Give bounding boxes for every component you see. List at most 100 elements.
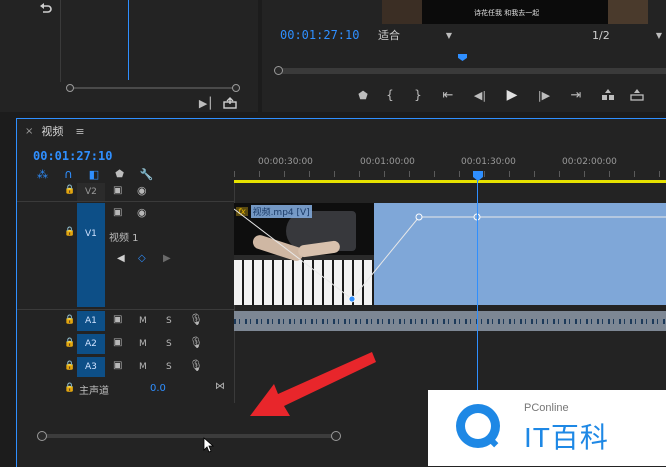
program-video-frame: 诗花任我 和我去一起 <box>382 0 648 24</box>
master-track-label: 主声道 <box>79 386 109 397</box>
ruler-ticks <box>234 171 666 177</box>
out-point-button[interactable]: } <box>404 88 432 102</box>
insert-icon[interactable]: ▶⎮ <box>198 96 214 110</box>
solo-button[interactable]: S <box>166 339 172 349</box>
eye-icon[interactable]: ◉ <box>137 184 147 197</box>
keyframe-line[interactable] <box>234 203 666 305</box>
timeline-playhead-line <box>477 179 478 401</box>
zoom-handle-right[interactable] <box>232 84 240 92</box>
snap-icon[interactable]: ∩ <box>64 167 73 181</box>
magnifier-logo-icon <box>456 404 500 448</box>
lock-icon[interactable]: 🔒 <box>64 361 75 371</box>
microphone-icon[interactable]: 🎙 <box>189 359 203 372</box>
transport-controls: ⬟ { } ⇤ ◀| ▶ |▶ ⇥ <box>350 86 666 104</box>
ruler-label: 00:02:00:00 <box>562 157 617 167</box>
close-icon[interactable]: × <box>25 126 33 137</box>
watermark-brand: PConline <box>524 402 569 414</box>
timeline-tab[interactable]: × 视频 ≡ <box>25 123 85 139</box>
track-label-a3: A3 <box>85 362 97 372</box>
undo-icon[interactable] <box>38 1 54 15</box>
prev-keyframe-icon[interactable]: ◀ <box>117 253 125 264</box>
solo-button[interactable]: S <box>166 316 172 326</box>
zoom-handle-left[interactable] <box>37 431 47 441</box>
in-point-button[interactable]: { <box>376 88 404 102</box>
go-to-in-button[interactable]: ⇤ <box>432 88 464 103</box>
ruler-label: 00:01:30:00 <box>461 157 516 167</box>
lock-icon[interactable]: 🔒 <box>64 227 75 237</box>
add-keyframe-icon[interactable]: ◇ <box>138 253 146 264</box>
next-keyframe-icon[interactable]: ▶ <box>163 253 171 264</box>
zoom-handle-right[interactable] <box>331 431 341 441</box>
track-header-v1: ▣ ◉ 🔒 V1 视频 1 ◀ ◇ ▶ <box>17 203 234 309</box>
marker-button[interactable]: ⬟ <box>350 89 376 102</box>
lift-button[interactable] <box>592 89 624 101</box>
toggle-sync-icon[interactable]: ▣ <box>113 337 122 348</box>
work-area-bar[interactable] <box>234 180 666 183</box>
program-scrub-bar[interactable] <box>274 52 666 78</box>
track-header-a1: 🔒 A1 ▣ M S 🎙 <box>17 311 234 331</box>
track-header-a2: 🔒 A2 ▣ M S 🎙 <box>17 334 234 354</box>
mouse-cursor <box>203 437 215 453</box>
go-to-out-button[interactable]: ⇥ <box>560 88 592 103</box>
go-to-edit-icon[interactable]: ⋈ <box>215 381 225 392</box>
mute-button[interactable]: M <box>139 339 147 349</box>
toggle-sync-icon[interactable]: ▣ <box>113 314 122 325</box>
ruler-label: 00:00:30:00 <box>258 157 313 167</box>
timeline-timecode[interactable]: 00:01:27:10 <box>33 149 112 163</box>
mute-button[interactable]: M <box>139 316 147 326</box>
wrench-icon[interactable]: 🔧 <box>140 168 154 181</box>
nest-sequence-icon[interactable]: ⁂ <box>37 168 48 181</box>
panel-menu-icon[interactable]: ≡ <box>75 125 84 138</box>
solo-button[interactable]: S <box>166 362 172 372</box>
play-button[interactable]: ▶ <box>496 87 528 103</box>
mute-button[interactable]: M <box>139 362 147 372</box>
track-header-v2: 🔒 V2 ▣ ◉ <box>17 183 234 201</box>
time-ruler[interactable]: 00:00:30:00 00:01:00:00 00:01:30:00 00:0… <box>234 151 666 185</box>
toggle-sync-icon[interactable]: ▣ <box>113 207 122 218</box>
timeline-zoom-scrollbar[interactable] <box>37 431 343 441</box>
red-arrow-annotation <box>250 352 376 416</box>
lock-icon[interactable]: 🔒 <box>64 338 75 348</box>
export-frame-icon[interactable] <box>222 96 238 110</box>
resolution-value: 1/2 <box>592 28 610 42</box>
ruler-label: 00:01:00:00 <box>360 157 415 167</box>
fit-dropdown-value: 适合 <box>378 29 400 42</box>
keyframe-point <box>348 295 356 303</box>
step-back-button[interactable]: ◀| <box>464 89 496 102</box>
add-marker-icon[interactable]: ⬟ <box>115 169 124 180</box>
video-clip[interactable]: fx 视频.mp4 [V] <box>234 203 666 305</box>
extract-button[interactable] <box>624 89 650 101</box>
track-divider <box>17 309 234 310</box>
eye-icon[interactable]: ◉ <box>137 206 147 219</box>
source-monitor-panel: ▶⎮ <box>0 0 258 112</box>
track-label-v2: V2 <box>85 187 97 197</box>
fit-dropdown[interactable]: 适合 ▼ <box>378 27 452 43</box>
microphone-icon[interactable]: 🎙 <box>189 336 203 349</box>
lock-icon[interactable]: 🔒 <box>64 185 75 195</box>
audio-clip-a1[interactable] <box>234 311 666 331</box>
microphone-icon[interactable]: 🎙 <box>189 313 203 326</box>
toggle-sync-icon[interactable]: ▣ <box>113 185 122 196</box>
track-name-v1: 视频 1 <box>109 233 139 244</box>
toggle-sync-icon[interactable]: ▣ <box>113 360 122 371</box>
zoom-handle-left[interactable] <box>66 84 74 92</box>
keyframe-point <box>415 213 423 221</box>
step-forward-button[interactable]: |▶ <box>528 89 560 102</box>
program-playhead[interactable] <box>458 54 467 61</box>
lock-icon[interactable]: 🔒 <box>64 315 75 325</box>
track-label-a1: A1 <box>85 316 97 326</box>
linked-selection-icon[interactable]: ◧ <box>89 168 99 181</box>
source-zoom-scrollbar[interactable] <box>66 84 240 92</box>
timeline-tab-label: 视频 <box>41 125 64 138</box>
program-timecode[interactable]: 00:01:27:10 <box>280 28 359 42</box>
resolution-dropdown[interactable]: 1/2 ▼ <box>592 27 662 43</box>
lock-icon[interactable]: 🔒 <box>64 383 75 393</box>
source-monitor-playhead-line <box>128 0 129 80</box>
master-volume-value[interactable]: 0.0 <box>150 383 166 394</box>
scrub-handle-left[interactable] <box>274 66 283 75</box>
timeline-toolbar: ⁂ ∩ ◧ ⬟ 🔧 <box>37 167 177 181</box>
track-target-v1[interactable] <box>77 203 105 307</box>
watermark-title: IT百科 <box>524 422 609 453</box>
track-label-v1: V1 <box>85 229 97 239</box>
track-header-master: 🔒 主声道 0.0 ⋈ <box>17 381 234 399</box>
